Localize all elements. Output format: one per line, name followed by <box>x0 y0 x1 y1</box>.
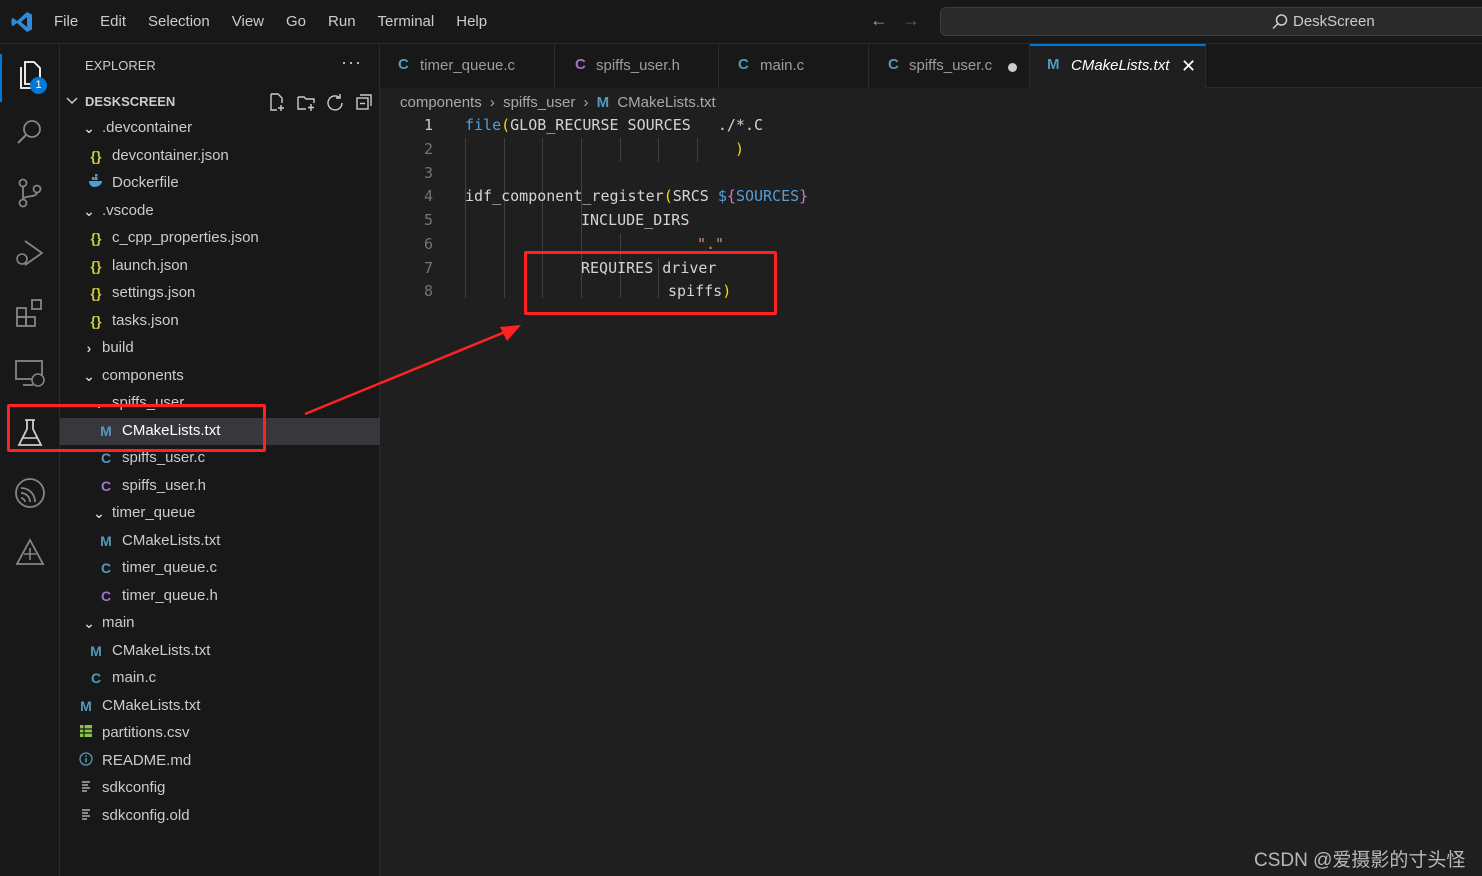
watermark-text: CSDN @爱摄影的寸头怪 <box>1254 850 1466 871</box>
vscode-window: File Edit Selection View Go Run Terminal… <box>0 0 1482 876</box>
annotation-arrow <box>304 325 521 416</box>
